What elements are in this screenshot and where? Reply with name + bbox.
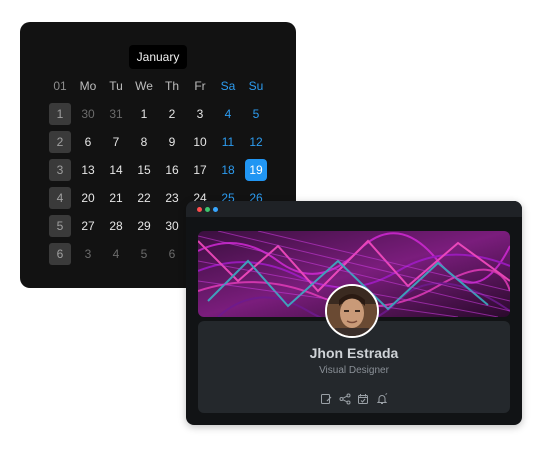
calendar-day[interactable]: 14 [105, 159, 127, 181]
week-number: 1 [49, 103, 71, 125]
share-icon[interactable] [339, 393, 351, 405]
edit-icon[interactable] [320, 393, 332, 405]
week-number: 3 [49, 159, 71, 181]
weekday-header: Tu [109, 79, 123, 93]
calendar-day[interactable]: 22 [133, 187, 155, 209]
calendar-day[interactable]: 6 [77, 131, 99, 153]
calendar-day[interactable]: 3 [189, 103, 211, 125]
week-number: 2 [49, 131, 71, 153]
week-number: 4 [49, 187, 71, 209]
month-selector[interactable]: January [129, 45, 187, 69]
calendar-day[interactable]: 20 [77, 187, 99, 209]
minimize-window-dot[interactable] [213, 207, 218, 212]
calendar-day[interactable]: 8 [133, 131, 155, 153]
calendar-day[interactable]: 27 [77, 215, 99, 237]
calendar-day[interactable]: 4 [105, 243, 127, 265]
window-titlebar [186, 201, 522, 217]
week-number: 5 [49, 215, 71, 237]
calendar-day[interactable]: 7 [105, 131, 127, 153]
calendar-day[interactable]: 16 [161, 159, 183, 181]
calendar-day[interactable]: 5 [133, 243, 155, 265]
calendar-day[interactable]: 9 [161, 131, 183, 153]
calendar-day[interactable]: 1 [133, 103, 155, 125]
week-header: 01 [53, 79, 67, 93]
calendar-day[interactable]: 3 [77, 243, 99, 265]
calendar-day[interactable]: 12 [245, 131, 267, 153]
week-number: 6 [49, 243, 71, 265]
calendar-day[interactable]: 15 [133, 159, 155, 181]
weekday-header: Mo [79, 79, 97, 93]
calendar-day-selected[interactable]: 19 [245, 159, 267, 181]
calendar-day[interactable]: 5 [245, 103, 267, 125]
calendar-check-icon[interactable] [357, 393, 369, 405]
calendar-day[interactable]: 2 [161, 103, 183, 125]
bell-icon[interactable] [376, 393, 388, 405]
calendar-day[interactable]: 10 [189, 131, 211, 153]
calendar-day[interactable]: 11 [217, 131, 239, 153]
calendar-day[interactable]: 18 [217, 159, 239, 181]
weekday-header: Sa [220, 79, 236, 93]
calendar-day[interactable]: 28 [105, 215, 127, 237]
calendar-day[interactable]: 4 [217, 103, 239, 125]
calendar-day[interactable]: 31 [105, 103, 127, 125]
calendar-day[interactable]: 23 [161, 187, 183, 209]
calendar-day[interactable]: 30 [77, 103, 99, 125]
weekday-header: Su [248, 79, 264, 93]
weekday-header: Fr [194, 79, 206, 93]
calendar-day[interactable]: 21 [105, 187, 127, 209]
calendar-day[interactable]: 29 [133, 215, 155, 237]
maximize-window-dot[interactable] [205, 207, 210, 212]
calendar-day[interactable]: 30 [161, 215, 183, 237]
calendar-day[interactable]: 13 [77, 159, 99, 181]
avatar[interactable] [325, 284, 379, 338]
profile-name: Jhon Estrada [309, 345, 399, 361]
close-window-dot[interactable] [197, 207, 202, 212]
profile-window: Jhon Estrada Visual Designer [186, 201, 522, 425]
profile-role: Visual Designer [319, 365, 389, 376]
profile-actions [320, 393, 388, 407]
weekday-header: Th [164, 79, 179, 93]
calendar-day[interactable]: 17 [189, 159, 211, 181]
calendar-day[interactable]: 6 [161, 243, 183, 265]
weekday-header: We [135, 79, 153, 93]
